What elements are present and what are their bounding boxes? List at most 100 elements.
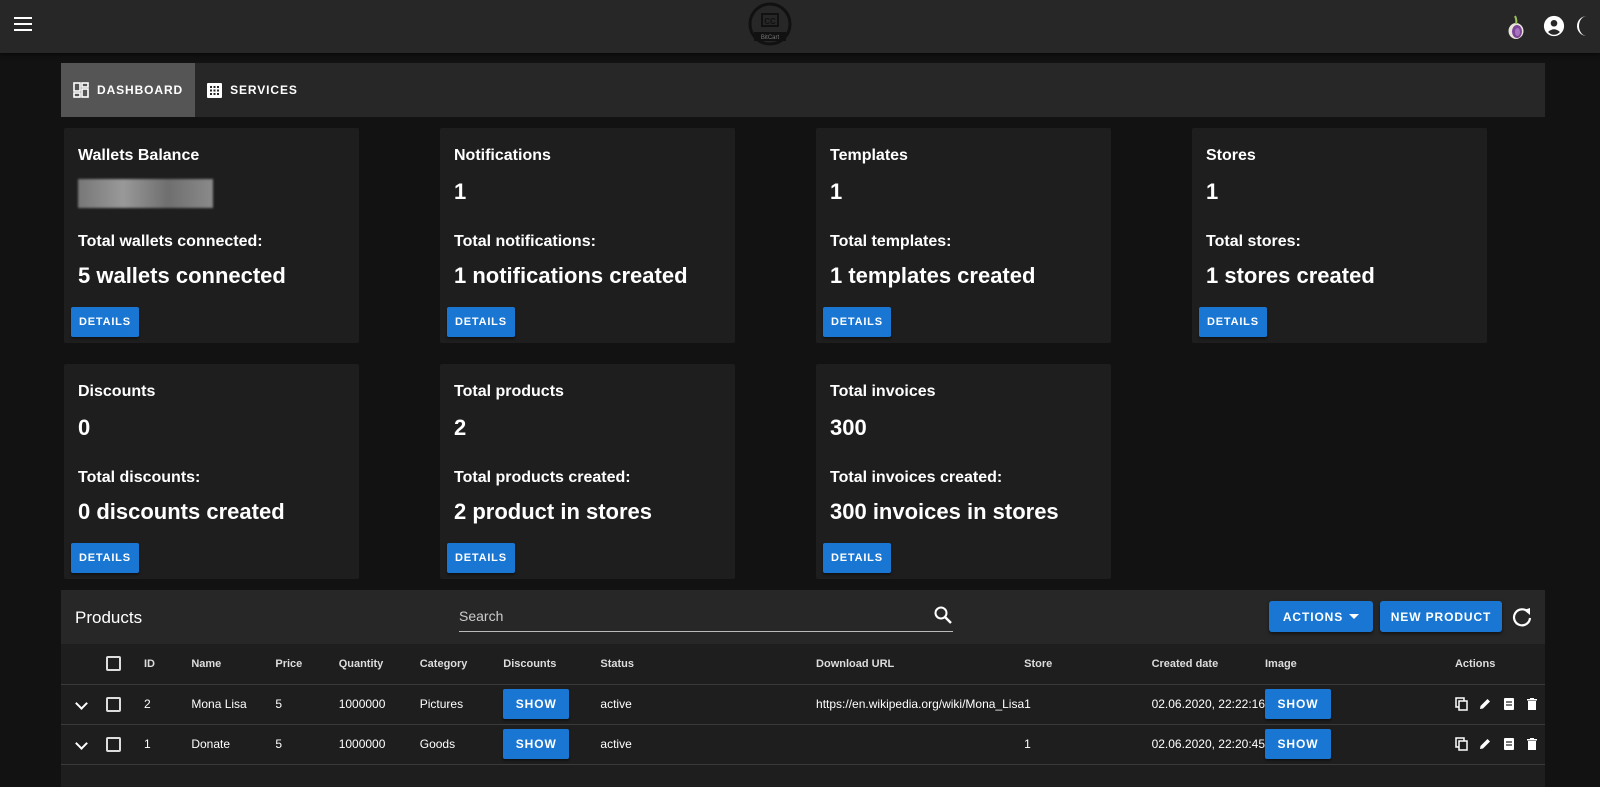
column-category[interactable]: Category <box>419 644 504 685</box>
row-checkbox[interactable] <box>106 736 122 752</box>
cell-id: 2 <box>144 684 192 725</box>
products-toolbar: Products ACTIONS NEW PRODUCT <box>61 590 1545 644</box>
tab-dashboard[interactable]: DASHBOARD <box>61 63 196 117</box>
tor-onion-icon[interactable] <box>1507 14 1525 40</box>
app-bar: CC BitCart <box>0 0 1600 53</box>
card-discounts: Discounts 0 Total discounts: 0 discounts… <box>64 364 359 579</box>
stores-details-button[interactable]: DETAILS <box>1199 307 1267 337</box>
show-image-button[interactable]: SHOW <box>1265 729 1331 759</box>
card-summary: 1 notifications created <box>454 263 688 288</box>
templates-details-button[interactable]: DETAILS <box>823 307 891 337</box>
card-title: Stores <box>1206 147 1256 164</box>
wallets-details-button[interactable]: DETAILS <box>71 307 139 337</box>
cell-category: Goods <box>419 724 504 765</box>
card-wallets-balance: Wallets Balance Total wallets connected:… <box>64 128 359 343</box>
delete-icon[interactable] <box>1525 697 1539 711</box>
column-discounts[interactable]: Discounts <box>503 644 601 685</box>
dark-mode-moon-icon[interactable] <box>1573 15 1593 37</box>
table-header-row: ID Name Price Quantity Category Discount… <box>61 644 1545 685</box>
card-summary: 5 wallets connected <box>78 263 286 288</box>
edit-pencil-icon[interactable] <box>1478 737 1492 751</box>
show-discounts-button[interactable]: SHOW <box>503 729 570 759</box>
cell-created-date: 02.06.2020, 22:22:16 <box>1151 684 1265 725</box>
column-created-date[interactable]: Created date <box>1151 644 1265 685</box>
actions-label: ACTIONS <box>1282 609 1344 624</box>
card-summary: 1 stores created <box>1206 263 1375 288</box>
card-summary: 0 discounts created <box>78 499 285 524</box>
show-image-button[interactable]: SHOW <box>1265 689 1331 719</box>
column-name[interactable]: Name <box>191 644 276 685</box>
search-input[interactable] <box>459 606 919 626</box>
edit-pencil-icon[interactable] <box>1478 697 1492 711</box>
cell-store: 1 <box>1024 684 1152 725</box>
table-row: 2 Mona Lisa 5 1000000 Pictures SHOW acti… <box>61 684 1545 725</box>
products-details-button[interactable]: DETAILS <box>447 543 515 573</box>
invoices-details-button[interactable]: DETAILS <box>823 543 891 573</box>
card-summary: 300 invoices in stores <box>830 499 1059 524</box>
card-value: 1 <box>1206 179 1219 204</box>
expand-header <box>61 644 107 685</box>
column-quantity[interactable]: Quantity <box>338 644 420 685</box>
column-download-url[interactable]: Download URL <box>816 644 1025 685</box>
cell-status: active <box>600 724 817 765</box>
cell-id: 1 <box>144 724 192 765</box>
actions-dropdown-button[interactable]: ACTIONS <box>1269 601 1373 632</box>
card-total-products: Total products 2 Total products created:… <box>440 364 735 579</box>
card-subtitle: Total products created: <box>454 469 631 486</box>
cell-actions <box>1454 684 1545 725</box>
details-icon[interactable] <box>1502 697 1516 711</box>
expand-cell <box>61 724 107 765</box>
new-product-button[interactable]: NEW PRODUCT <box>1380 601 1502 632</box>
bitcart-logo[interactable]: CC BitCart <box>744 2 796 48</box>
column-store[interactable]: Store <box>1024 644 1152 685</box>
expand-cell <box>61 684 107 725</box>
select-all-checkbox[interactable] <box>106 656 122 672</box>
card-title: Total products <box>454 383 564 400</box>
chevron-down-icon[interactable] <box>75 737 88 750</box>
card-subtitle: Total templates: <box>830 233 952 250</box>
services-grid-icon <box>207 82 223 98</box>
details-icon[interactable] <box>1502 737 1516 751</box>
discounts-details-button[interactable]: DETAILS <box>71 543 139 573</box>
card-subtitle: Total stores: <box>1206 233 1301 250</box>
tab-services[interactable]: SERVICES <box>195 63 310 117</box>
column-price[interactable]: Price <box>275 644 339 685</box>
cell-quantity: 1000000 <box>338 724 420 765</box>
refresh-icon[interactable] <box>1511 606 1533 628</box>
search-field <box>459 600 953 632</box>
notifications-details-button[interactable]: DETAILS <box>447 307 515 337</box>
menu-icon[interactable] <box>14 17 32 31</box>
cell-actions <box>1454 724 1545 765</box>
column-status[interactable]: Status <box>600 644 817 685</box>
cell-name: Donate <box>191 724 276 765</box>
cell-created-date: 02.06.2020, 22:20:45 <box>1151 724 1265 765</box>
cell-image: SHOW <box>1265 684 1455 725</box>
card-title: Notifications <box>454 147 551 164</box>
main-tabs: DASHBOARD SERVICES <box>61 63 1545 117</box>
show-discounts-button[interactable]: SHOW <box>503 689 570 719</box>
cell-name: Mona Lisa <box>191 684 276 725</box>
tab-dashboard-label: DASHBOARD <box>97 83 184 97</box>
delete-icon[interactable] <box>1525 737 1539 751</box>
card-stores: Stores 1 Total stores: 1 stores created … <box>1192 128 1487 343</box>
account-circle-icon[interactable] <box>1543 15 1565 37</box>
search-icon[interactable] <box>933 605 953 625</box>
row-checkbox[interactable] <box>106 696 122 712</box>
products-table: ID Name Price Quantity Category Discount… <box>61 644 1545 765</box>
cell-store: 1 <box>1024 724 1152 765</box>
products-panel: Products ACTIONS NEW PRODUCT <box>61 590 1545 787</box>
select-cell <box>106 684 144 725</box>
dashboard-icon <box>73 82 89 98</box>
copy-icon[interactable] <box>1455 737 1469 752</box>
select-cell <box>106 724 144 765</box>
copy-icon[interactable] <box>1455 697 1469 712</box>
table-row: 1 Donate 5 1000000 Goods SHOW active 1 0… <box>61 724 1545 765</box>
card-value: 1 <box>454 179 467 204</box>
column-image[interactable]: Image <box>1265 644 1455 685</box>
chevron-down-icon[interactable] <box>75 697 88 710</box>
card-notifications: Notifications 1 Total notifications: 1 n… <box>440 128 735 343</box>
tab-services-label: SERVICES <box>230 83 298 97</box>
select-all-header <box>106 644 144 685</box>
column-id[interactable]: ID <box>144 644 192 685</box>
card-summary: 2 product in stores <box>454 499 653 524</box>
